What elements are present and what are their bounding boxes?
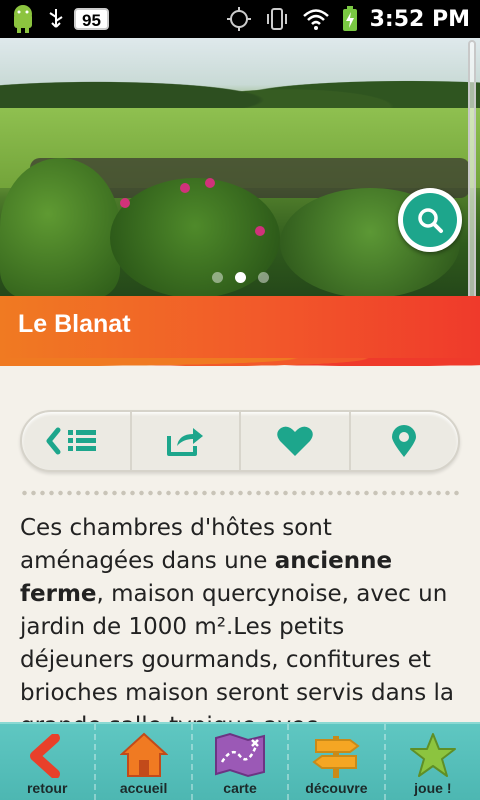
back-to-list-button[interactable]: [22, 412, 132, 470]
android-icon: [14, 5, 32, 33]
gps-icon: [226, 7, 251, 31]
nav-joue[interactable]: joue !: [386, 724, 480, 800]
locate-button[interactable]: [351, 412, 459, 470]
status-bar: 95 3:52 PM: [0, 0, 480, 38]
magnifier-icon: [418, 208, 443, 233]
dotted-divider: [20, 490, 460, 496]
page-title: Le Blanat: [18, 310, 131, 338]
hero-flower: [120, 198, 130, 208]
nav-label: retour: [26, 780, 68, 796]
back-chevron-icon: [30, 734, 61, 778]
nav-label: carte: [223, 780, 257, 796]
usb-icon: [49, 9, 63, 28]
favorite-button[interactable]: [241, 412, 351, 470]
map-pin-icon: [392, 425, 417, 457]
carousel-dot[interactable]: [211, 272, 223, 283]
share-icon: [167, 428, 204, 456]
description-text: Ces chambres d'hôtes sont aménagées dans…: [20, 512, 460, 743]
battery-charging-icon: [342, 6, 357, 31]
hero-image-carousel[interactable]: [0, 38, 480, 296]
nav-label: accueil: [119, 780, 168, 796]
nav-accueil[interactable]: accueil: [96, 724, 193, 800]
hero-flower: [255, 226, 265, 236]
battery-level-badge: 95: [74, 8, 109, 30]
action-bar: [20, 410, 460, 472]
nav-retour[interactable]: retour: [0, 724, 97, 800]
carousel-indicator: [0, 272, 480, 283]
home-icon: [119, 732, 168, 777]
map-icon: [215, 732, 266, 778]
nav-label: joue !: [414, 780, 452, 796]
hero-flower: [180, 183, 190, 193]
star-icon: [409, 733, 456, 777]
nav-label: découvre: [305, 780, 368, 796]
vibrate-icon: [266, 8, 287, 30]
heart-icon: [276, 426, 313, 456]
zoom-button[interactable]: [398, 188, 462, 252]
carousel-dot-active[interactable]: [234, 272, 246, 283]
nav-decouvre[interactable]: découvre: [289, 724, 386, 800]
title-band: Le Blanat: [0, 296, 480, 372]
back-list-icon: [46, 427, 96, 455]
carousel-dot[interactable]: [257, 272, 269, 283]
hero-flower: [205, 178, 215, 188]
signpost-icon: [312, 736, 361, 778]
wifi-icon: [302, 9, 329, 30]
bottom-nav: retour accueil carte découvre joue !: [0, 722, 480, 800]
clock: 3:52 PM: [369, 6, 470, 32]
nav-carte[interactable]: carte: [193, 724, 290, 800]
share-button[interactable]: [132, 412, 241, 470]
